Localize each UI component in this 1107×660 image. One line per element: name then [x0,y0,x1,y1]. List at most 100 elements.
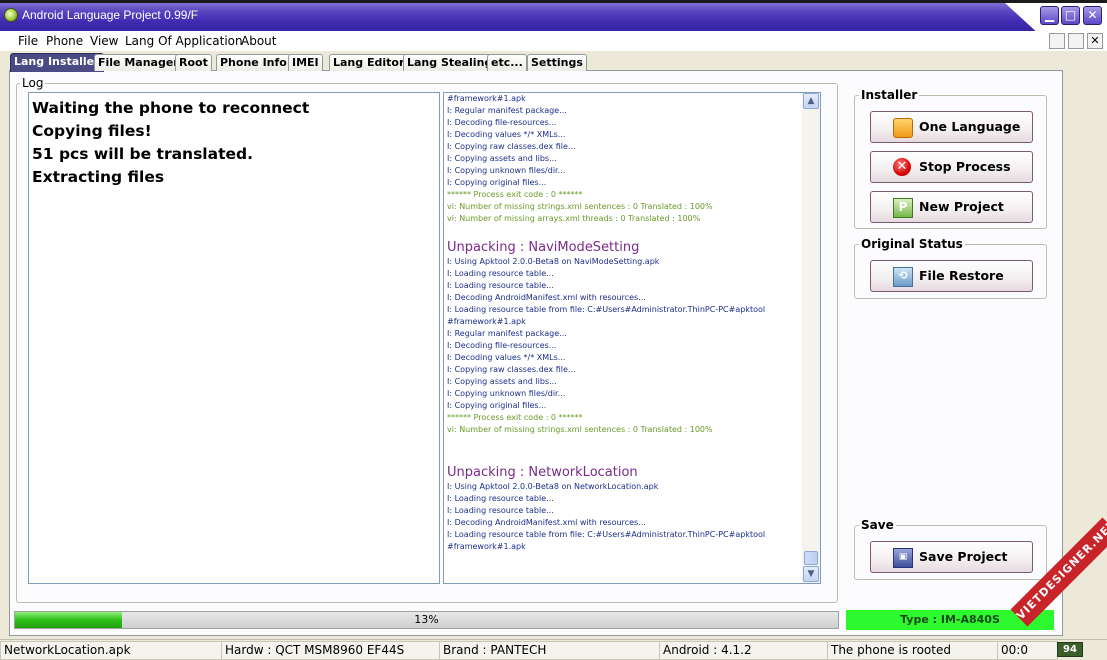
log-detail-line: I: Copying raw classes.dex file... [447,365,576,374]
minimize-button[interactable]: ▁ [1040,6,1059,25]
status-file: NetworkLocation.apk [0,641,224,660]
log-legend: Log [20,76,46,90]
menu-about[interactable]: About [241,34,276,48]
menu-lang-of-application[interactable]: Lang Of Application [125,34,243,48]
log-detail-line: I: Regular manifest package... [447,106,567,115]
maximize-button[interactable]: □ [1061,6,1080,25]
new-project-button[interactable]: P New Project [870,191,1033,223]
log-detail-line: ****** Process exit code : 0 ****** [447,413,583,422]
new-project-label: New Project [919,199,1004,214]
window-title: Android Language Project 0.99/F [22,8,199,22]
log-detail-line: vi: Number of missing arrays.xml threads… [447,214,701,223]
top-strip [0,0,1107,3]
stop-process-button[interactable]: ✕ Stop Process [870,151,1033,183]
log-detail-line: I: Loading resource table... [447,281,554,290]
log-detail-line: vi: Number of missing strings.xml senten… [447,202,713,211]
scroll-thumb[interactable] [804,551,818,565]
stop-icon: ✕ [893,158,911,176]
scroll-down-icon[interactable]: ▼ [803,566,819,582]
log-detail-line: I: Loading resource table from file: C:#… [447,530,766,539]
tab-lang-editor[interactable]: Lang Editor [329,54,409,71]
tab-imei[interactable]: IMEI [288,54,323,71]
menu-file[interactable]: File [18,34,38,48]
status-time: 00:0 [997,641,1058,660]
log-detail-line: #framework#1.apk [447,317,526,326]
log-detail-line: I: Loading resource table... [447,506,554,515]
one-language-label: One Language [919,119,1021,134]
log-detail-line: I: Copying unknown files/dir... [447,166,566,175]
stop-process-label: Stop Process [919,159,1011,174]
log-detail-line: ****** Process exit code : 0 ****** [447,190,583,199]
one-language-button[interactable]: One Language [870,111,1033,143]
log-detail-line: I: Decoding file-resources... [447,118,557,127]
tab-root[interactable]: Root [175,54,212,71]
close-button[interactable]: ✕ [1083,6,1102,25]
log-detail-line: I: Decoding AndroidManifest.xml with res… [447,293,646,302]
log-line: Extracting files [32,168,165,186]
log-detail-line: I: Decoding AndroidManifest.xml with res… [447,518,646,527]
battery-badge: 94 [1057,642,1083,657]
scroll-up-icon[interactable]: ▲ [803,93,819,109]
log-detail-text: #framework#1.apk I: Regular manifest pack… [447,93,805,553]
new-project-icon: P [893,198,913,218]
save-legend: Save [859,518,896,532]
installer-legend: Installer [859,88,920,102]
log-detail-line: I: Loading resource table from file: C:#… [447,305,766,314]
menu-phone[interactable]: Phone [46,34,83,48]
log-detail-line: #framework#1.apk [447,94,526,103]
tab-etc[interactable]: etc... [487,54,527,71]
status-brand: Brand : PANTECH [439,641,662,660]
log-detail-line: #framework#1.apk [447,542,526,551]
original-status-legend: Original Status [859,237,965,251]
restore-icon: ⟲ [893,267,913,287]
log-detail-box[interactable]: #framework#1.apk I: Regular manifest pack… [443,92,821,584]
log-detail-line: I: Loading resource table... [447,269,554,278]
log-detail-line: I: Copying original files... [447,401,547,410]
tab-lang-installer[interactable]: Lang Installer [10,53,104,72]
log-line: Copying files! [32,122,152,140]
log-detail-line: I: Loading resource table... [447,494,554,503]
log-section-heading: Unpacking : NetworkLocation [447,465,638,480]
progress-bar: 13% [14,611,839,629]
log-detail-line: I: Copying assets and libs... [447,154,557,163]
log-detail-line [447,450,805,464]
file-restore-label: File Restore [919,268,1004,283]
save-project-button[interactable]: ▣ Save Project [870,541,1033,573]
log-detail-line: I: Copying unknown files/dir... [447,389,566,398]
log-detail-line: I: Regular manifest package... [447,329,567,338]
mdi-maximize-button[interactable] [1068,33,1084,49]
progress-label: 13% [414,613,439,626]
log-detail-line: I: Using Apktool 2.0.0-Beta8 on NetworkL… [447,482,659,491]
log-detail-line: I: Decoding file-resources... [447,341,557,350]
status-hardware: Hardw : QCT MSM8960 EF44S [221,641,442,660]
save-project-label: Save Project [919,549,1008,564]
log-detail-line: I: Copying assets and libs... [447,377,557,386]
status-android: Android : 4.1.2 [659,641,830,660]
log-detail-line: I: Decoding values */* XMLs... [447,353,566,362]
floppy-disk-icon: ▣ [893,548,913,568]
log-detail-line: I: Copying raw classes.dex file... [447,142,576,151]
log-line: Waiting the phone to reconnect [32,99,310,117]
tab-file-manager[interactable]: File Manager [94,54,183,71]
language-icon [893,118,913,138]
mdi-close-button[interactable]: ✕ [1087,33,1103,49]
log-detail-line: I: Using Apktool 2.0.0-Beta8 on NaviMode… [447,257,660,266]
status-rooted: The phone is rooted [827,641,1000,660]
log-detail-line: I: Copying original files... [447,178,547,187]
log-scrollbar[interactable] [802,93,820,583]
log-detail-line: vi: Number of missing strings.xml senten… [447,425,713,434]
mdi-minimize-button[interactable] [1049,33,1065,49]
tab-phone-info[interactable]: Phone Info [216,54,291,71]
log-detail-line: I: Decoding values */* XMLs... [447,130,566,139]
log-detail-line [447,225,805,239]
tab-settings[interactable]: Settings [527,54,587,71]
log-line: 51 pcs will be translated. [32,145,253,163]
file-restore-button[interactable]: ⟲ File Restore [870,260,1033,292]
tab-lang-stealing[interactable]: Lang Stealing [403,54,497,71]
menu-view[interactable]: View [90,34,118,48]
log-summary-box[interactable]: Waiting the phone to reconnect Copying f… [28,92,440,584]
menu-bar: File Phone View Lang Of Application Abou… [0,31,1107,51]
log-detail-line [447,436,805,450]
log-section-heading: Unpacking : NaviModeSetting [447,240,640,255]
app-icon [4,8,18,22]
